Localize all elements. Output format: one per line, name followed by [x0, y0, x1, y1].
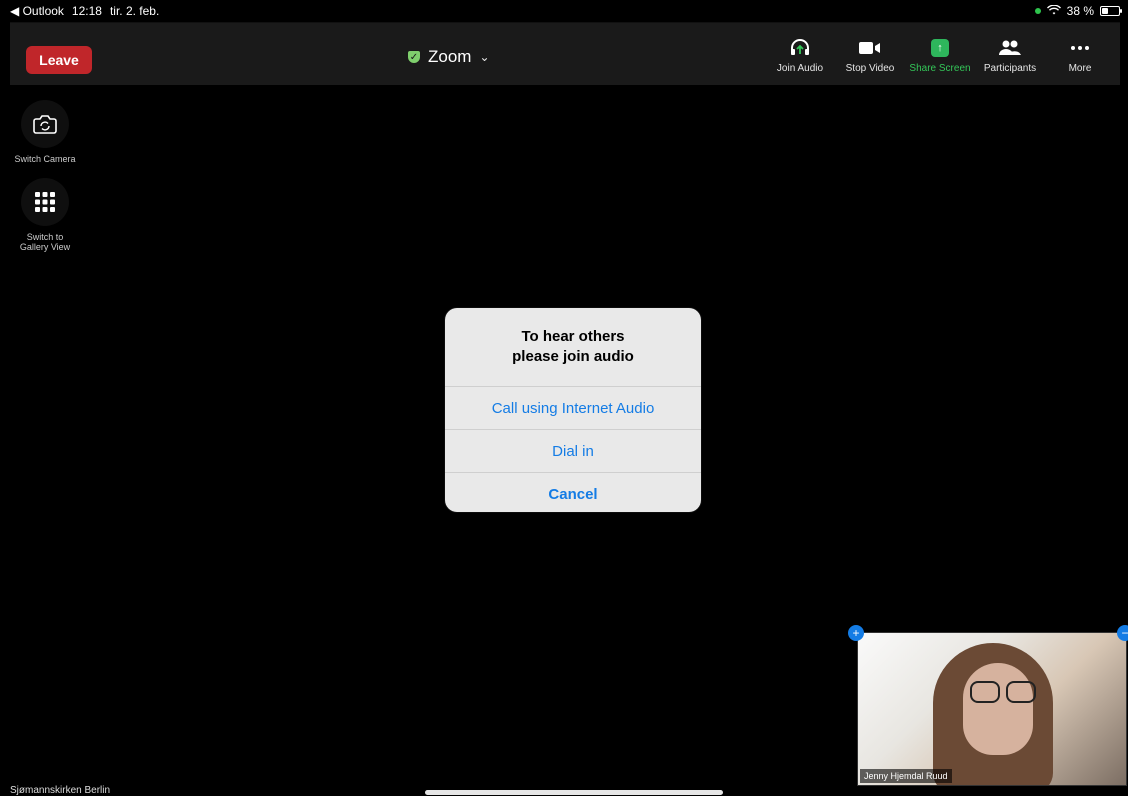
battery-percentage: 38 %: [1066, 4, 1094, 18]
shield-icon: ✓: [408, 51, 420, 63]
share-screen-icon: ↑: [929, 37, 951, 59]
battery-icon: [1100, 6, 1122, 16]
wifi-icon: [1046, 4, 1061, 18]
meeting-toolbar: Leave ✓ Zoom ⌄ Join Audio Stop Video ↑ S: [10, 22, 1120, 85]
headphones-icon: [789, 37, 811, 59]
status-bar: ◀ Outlook 12:18 tir. 2. feb. 38 %: [10, 0, 1122, 22]
gallery-view-label: Switch to Gallery View: [19, 232, 71, 252]
expand-video-icon[interactable]: +: [848, 625, 864, 641]
home-indicator[interactable]: [425, 790, 723, 795]
video-icon: [859, 37, 881, 59]
share-screen-label: Share Screen: [909, 63, 971, 74]
meeting-name-label: Sjømannskirken Berlin: [10, 785, 111, 796]
zoom-meeting-screen: ◀ Outlook 12:18 tir. 2. feb. 38 % Leave …: [0, 0, 1128, 796]
self-video-thumbnail[interactable]: Jenny Hjemdal Ruud: [857, 632, 1127, 786]
gallery-icon: [20, 178, 69, 226]
cancel-option[interactable]: Cancel: [445, 472, 701, 512]
meeting-controls: Join Audio Stop Video ↑ Share Screen Par…: [772, 37, 1120, 74]
meeting-title-dropdown[interactable]: ✓ Zoom ⌄: [408, 47, 490, 67]
join-audio-button[interactable]: Join Audio: [772, 37, 828, 74]
status-time: 12:18: [71, 4, 102, 18]
meeting-title: Zoom: [428, 47, 472, 66]
back-to-app-link[interactable]: ◀ Outlook: [10, 4, 64, 18]
video-person-face: [963, 663, 1033, 755]
gallery-view-button[interactable]: Switch to Gallery View: [20, 178, 70, 252]
switch-camera-button[interactable]: Switch Camera: [14, 100, 76, 164]
share-screen-button[interactable]: ↑ Share Screen: [909, 37, 971, 74]
join-audio-dialog: To hear others please join audio Call us…: [445, 308, 701, 512]
switch-camera-label: Switch Camera: [14, 154, 76, 164]
leave-button[interactable]: Leave: [26, 46, 92, 74]
internet-audio-option[interactable]: Call using Internet Audio: [445, 386, 701, 429]
dial-in-option[interactable]: Dial in: [445, 429, 701, 472]
participants-icon: [999, 37, 1021, 59]
mic-indicator-icon: [1034, 8, 1041, 14]
join-audio-label: Join Audio: [776, 63, 824, 74]
dialog-title: To hear others please join audio: [512, 328, 634, 365]
side-controls: Switch Camera Switch to Gallery View: [10, 100, 80, 252]
stop-video-label: Stop Video: [845, 63, 895, 74]
participants-label: Participants: [983, 63, 1037, 74]
minimize-video-icon[interactable]: −: [1117, 625, 1128, 641]
status-date: tir. 2. feb.: [109, 4, 160, 18]
more-icon: [1069, 37, 1091, 59]
chevron-down-icon: ⌄: [479, 50, 490, 64]
more-label: More: [1068, 63, 1092, 74]
participants-button[interactable]: Participants: [982, 37, 1038, 74]
video-person-glasses: [970, 681, 1036, 703]
stop-video-button[interactable]: Stop Video: [842, 37, 898, 74]
participant-name: Jenny Hjemdal Ruud: [860, 769, 952, 783]
switch-camera-icon: [21, 100, 69, 148]
more-button[interactable]: More: [1052, 37, 1108, 74]
